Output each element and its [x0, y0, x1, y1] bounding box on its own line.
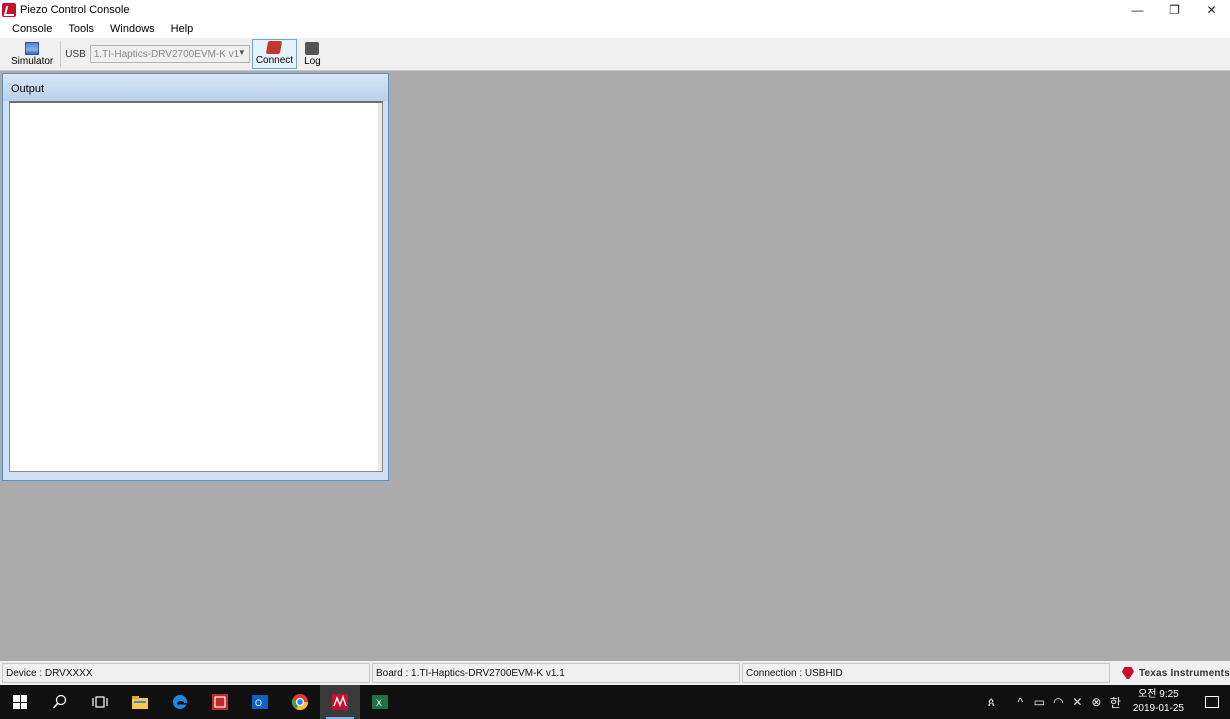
- search-icon[interactable]: [40, 685, 80, 719]
- minimize-button[interactable]: —: [1119, 0, 1156, 19]
- notification-icon[interactable]: [1194, 696, 1230, 708]
- menu-help[interactable]: Help: [163, 23, 202, 35]
- close-circle-icon[interactable]: ⊗: [1087, 695, 1106, 709]
- chevron-down-icon: ▼: [237, 48, 246, 57]
- app-red-icon[interactable]: [200, 685, 240, 719]
- people-icon[interactable]: ጰ: [982, 695, 1001, 710]
- menu-tools[interactable]: Tools: [60, 23, 102, 35]
- status-bar: Device : DRVXXXX Board : 1.TI-Haptics-DR…: [0, 661, 1230, 685]
- app-icon: [2, 2, 16, 17]
- window-controls: — ❐ ✕: [1119, 0, 1230, 19]
- connect-icon: [266, 41, 283, 54]
- task-view-icon[interactable]: [80, 685, 120, 719]
- output-scrollbar[interactable]: [378, 103, 382, 471]
- wifi-icon[interactable]: ◠: [1049, 695, 1068, 709]
- svg-text:O: O: [255, 698, 262, 708]
- usb-selected-value: 1.TI-Haptics-DRV2700EVM-K v1: [93, 48, 240, 60]
- output-panel: Output: [2, 73, 389, 481]
- close-button[interactable]: ✕: [1193, 0, 1230, 19]
- output-panel-title: Output: [3, 74, 388, 101]
- clock-date: 2019-01-25: [1132, 703, 1184, 714]
- connect-button[interactable]: Connect: [251, 39, 298, 69]
- texas-instruments-logo: Texas Instruments: [1121, 667, 1230, 679]
- output-text-area[interactable]: [9, 101, 383, 472]
- title-bar: Piezo Control Console — ❐ ✕: [0, 0, 1230, 19]
- simulator-label: Simulator: [11, 56, 54, 67]
- piezo-console-icon[interactable]: [320, 685, 360, 719]
- excel-icon[interactable]: X: [360, 685, 400, 719]
- status-device: Device : DRVXXXX: [2, 663, 370, 683]
- simulator-button[interactable]: Simulator: [8, 39, 56, 69]
- chrome-icon[interactable]: [280, 685, 320, 719]
- battery-icon[interactable]: ▭: [1030, 695, 1049, 709]
- system-tray: ጰ ^ ▭ ◠ ✕ ⊗ 한 오전 9:25 2019-01-25: [982, 685, 1230, 719]
- svg-text:X: X: [376, 698, 382, 708]
- clock[interactable]: 오전 9:25 2019-01-25: [1133, 688, 1184, 716]
- status-board: Board : 1.TI-Haptics-DRV2700EVM-K v1.1: [371, 663, 740, 683]
- status-connection: Connection : USBHID: [741, 663, 1110, 683]
- edge-icon[interactable]: [160, 685, 200, 719]
- ime-indicator[interactable]: 한: [1106, 694, 1125, 711]
- log-icon: [305, 42, 320, 55]
- toolbar: Simulator USB 1.TI-Haptics-DRV2700EVM-K …: [0, 38, 1230, 71]
- menu-console[interactable]: Console: [4, 23, 60, 35]
- ti-logo-icon: [1121, 667, 1134, 679]
- connect-label: Connect: [255, 55, 294, 66]
- start-icon[interactable]: [0, 685, 40, 719]
- chevron-up-icon[interactable]: ^: [1011, 695, 1030, 709]
- file-explorer-icon[interactable]: [120, 685, 160, 719]
- window-title: Piezo Control Console: [20, 3, 130, 16]
- simulator-icon: [25, 42, 40, 55]
- taskbar: O X ጰ ^ ▭ ◠ ✕ ⊗ 한 오전 9:25 2019-01-25: [0, 685, 1230, 719]
- menu-windows[interactable]: Windows: [102, 23, 163, 35]
- usb-label: USB: [65, 48, 86, 60]
- clock-time: 오전 9:25: [1138, 689, 1179, 700]
- brand-text: Texas Instruments: [1138, 667, 1230, 679]
- log-label: Log: [304, 56, 321, 67]
- restore-button[interactable]: ❐: [1156, 0, 1193, 19]
- outlook-icon[interactable]: O: [240, 685, 280, 719]
- volume-muted-icon[interactable]: ✕: [1068, 695, 1087, 709]
- usb-device-select[interactable]: 1.TI-Haptics-DRV2700EVM-K v1 ▼: [89, 45, 250, 63]
- log-button[interactable]: Log: [301, 39, 324, 69]
- menu-bar: Console Tools Windows Help: [0, 19, 1230, 38]
- toolbar-separator: [60, 41, 62, 67]
